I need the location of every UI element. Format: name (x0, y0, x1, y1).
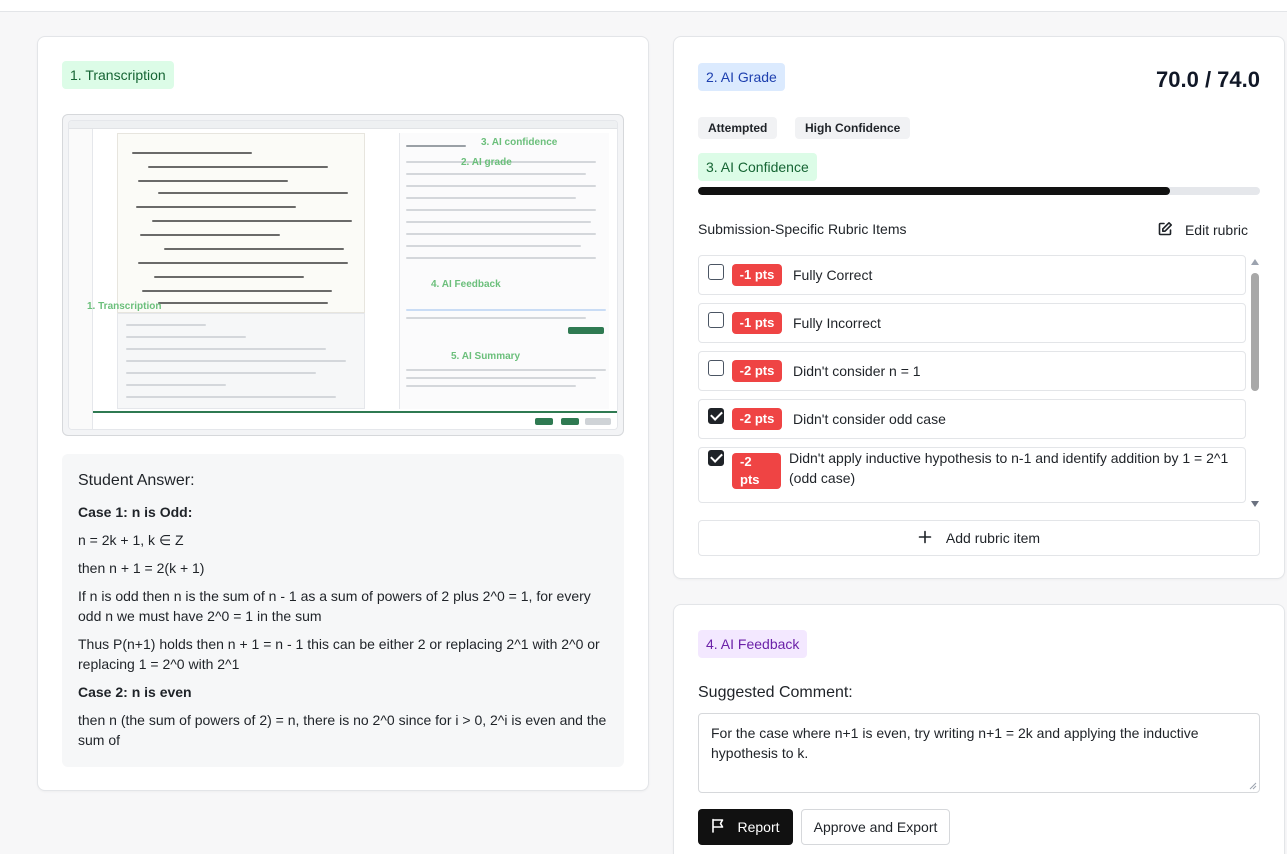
rubric-checkbox[interactable] (708, 360, 724, 376)
add-rubric-label: Add rubric item (945, 530, 1041, 546)
rubric-checkbox[interactable] (708, 264, 724, 280)
preview-bottom-bar (93, 411, 617, 429)
ai-confidence-tag: 3. AI Confidence (698, 153, 817, 181)
answer-paragraph: n = 2k + 1, k ∈ Z (78, 532, 184, 548)
rubric-checkbox[interactable] (708, 408, 724, 424)
report-button[interactable]: Report (698, 809, 793, 845)
rubric-item-label: Didn't consider odd case (793, 411, 946, 427)
suggested-comment-field[interactable]: For the case where n+1 is even, try writ… (698, 713, 1260, 793)
rubric-checkbox[interactable] (708, 312, 724, 328)
pencil-square-icon (1157, 221, 1173, 240)
suggested-comment-label: Suggested Comment: (698, 684, 853, 701)
suggested-comment-text: For the case where n+1 is even, try writ… (711, 725, 1199, 761)
student-answer-body: Case 1: n is Odd: n = 2k + 1, k ∈ Z then n… (78, 502, 608, 750)
rubric-list: -1 pts Fully Correct -1 pts Fully Incorrect… (698, 255, 1246, 507)
answer-paragraph: Thus P(n+1) holds then n + 1 = n - 1 thi… (78, 636, 600, 672)
rubric-checkbox[interactable] (708, 450, 724, 466)
rubric-item-label: Fully Incorrect (793, 315, 881, 331)
rubric-heading: Submission-Specific Rubric Items (698, 221, 907, 237)
transcription-card: 1. Transcription 3. AI confidence 2. AI … (37, 36, 649, 791)
ai-feedback-tag: 4. AI Feedback (698, 630, 808, 658)
scrollbar-thumb[interactable] (1251, 273, 1259, 391)
edit-rubric-label: Edit rubric (1184, 222, 1248, 238)
answer-paragraph: Case 2: n is even (78, 684, 192, 700)
answer-paragraph: Case 1: n is Odd: (78, 504, 193, 520)
resize-grip-icon[interactable] (1249, 782, 1257, 790)
confidence-bar-fill (698, 187, 1171, 195)
scroll-down-icon[interactable] (1251, 501, 1259, 507)
grade-score: 70.0 / 74.0 (1156, 67, 1260, 92)
confidence-badge: High Confidence (795, 117, 911, 139)
rubric-item[interactable]: -1 pts Fully Incorrect (698, 303, 1246, 343)
edit-rubric-button[interactable]: Edit rubric (1157, 219, 1248, 241)
label-ai-grade: 2. AI grade (461, 157, 512, 168)
rubric-item[interactable]: -1 pts Fully Correct (698, 255, 1246, 295)
approve-and-export-button[interactable]: Approve and Export (801, 809, 950, 845)
preview-handwritten-page (117, 133, 365, 313)
preview-grading-panel (399, 133, 609, 409)
top-bar (0, 0, 1287, 12)
rubric-item-label: Didn't consider n = 1 (793, 363, 921, 379)
preview-sidebar (69, 129, 93, 429)
scroll-up-icon[interactable] (1251, 259, 1259, 265)
rubric-points-badge: -1 pts (732, 312, 782, 334)
report-label: Report (737, 819, 780, 835)
grading-screenshot: 3. AI confidence 2. AI grade 1. Transcri… (62, 114, 624, 436)
rubric-points-badge: -2 pts (732, 453, 781, 489)
approve-label: Approve and Export (813, 819, 938, 835)
label-ai-feedback: 4. AI Feedback (431, 279, 501, 290)
rubric-points-badge: -2 pts (732, 360, 782, 382)
rubric-item[interactable]: -2 pts Didn't apply inductive hypothesis … (698, 447, 1246, 503)
rubric-points-badge: -1 pts (732, 264, 782, 286)
plus-icon (918, 530, 932, 547)
rubric-item[interactable]: -2 pts Didn't consider n = 1 (698, 351, 1246, 391)
answer-paragraph: then n (the sum of powers of 2) = n, the… (78, 712, 607, 748)
transcription-tag: 1. Transcription (62, 61, 174, 89)
rubric-points-badge: -2 pts (732, 408, 782, 430)
ai-grade-tag: 2. AI Grade (698, 63, 785, 91)
ai-grade-card: 2. AI Grade 70.0 / 74.0 Attempted High C… (673, 36, 1285, 579)
screenshot-preview: 3. AI confidence 2. AI grade 1. Transcri… (68, 120, 618, 430)
rubric-item-label: Didn't apply inductive hypothesis to n-1… (789, 450, 1229, 486)
label-ai-summary: 5. AI Summary (451, 351, 521, 362)
add-rubric-item-button[interactable]: Add rubric item (698, 520, 1260, 556)
student-answer: Student Answer: Case 1: n is Odd: n = 2k … (62, 454, 624, 767)
rubric-scrollbar[interactable] (1250, 255, 1260, 507)
student-answer-title: Student Answer: (78, 472, 195, 489)
rubric-item[interactable]: -2 pts Didn't consider odd case (698, 399, 1246, 439)
flag-icon (711, 818, 725, 836)
answer-paragraph: then n + 1 = 2(k + 1) (78, 560, 205, 576)
attempted-badge: Attempted (698, 117, 778, 139)
answer-paragraph: If n is odd then n is the sum of n - 1 a… (78, 588, 591, 624)
confidence-bar (698, 187, 1260, 195)
preview-answer (117, 313, 365, 409)
rubric-item-label: Fully Correct (793, 267, 873, 283)
label-ai-confidence: 3. AI confidence (481, 137, 558, 148)
preview-toolbar (69, 121, 617, 129)
ai-feedback-card: 4. AI Feedback Suggested Comment: For th… (673, 604, 1285, 854)
label-transcription: 1. Transcription (87, 301, 162, 312)
